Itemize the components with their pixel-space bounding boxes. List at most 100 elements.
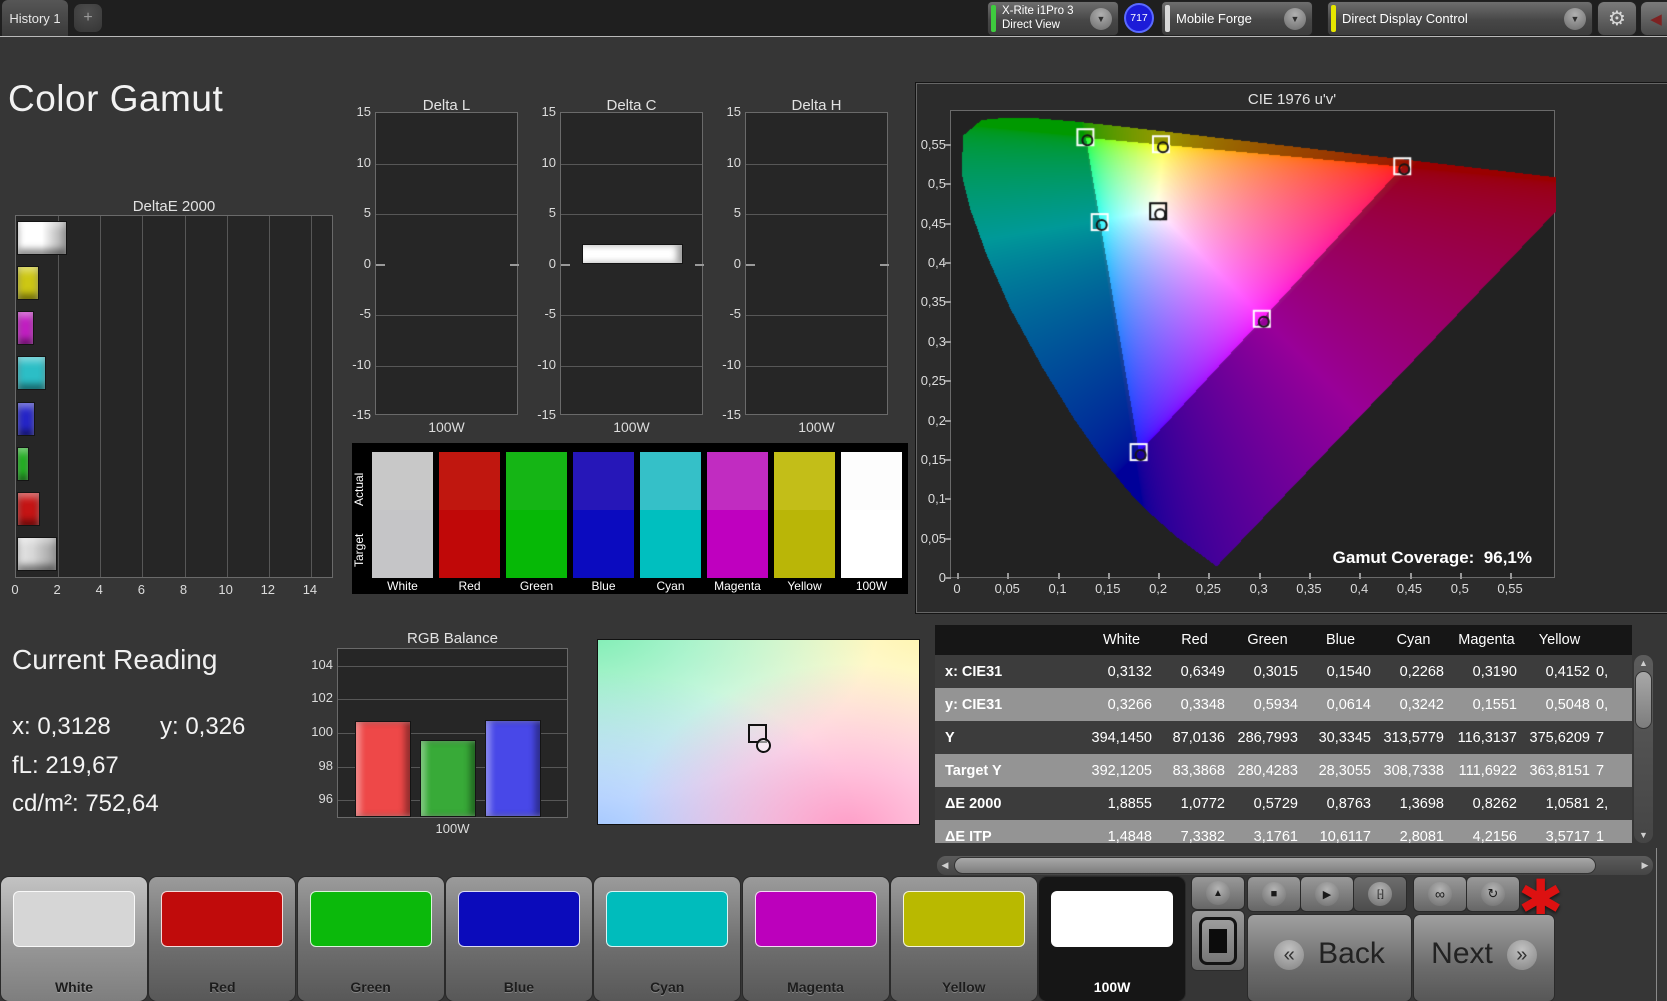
pattern-window-button[interactable] [1192,911,1244,970]
table-header-row: White Red Green Blue Cyan Magenta Yellow [935,625,1632,655]
swatch-label: Cyan [656,579,685,593]
y-tick-label: -10 [537,356,556,372]
collapse-panel-button[interactable]: ◀ [1641,2,1667,35]
gridline [746,315,887,316]
next-button[interactable]: Next » [1414,915,1554,1001]
tab-history-1[interactable]: History 1 [2,0,68,36]
pattern-size-button[interactable]: [‑] [1354,877,1406,911]
target-swatch [506,510,567,578]
scroll-left-icon[interactable]: ◀ [937,856,953,875]
delta_l-x-label: 100W [428,419,465,435]
table-cell: 308,7338 [1383,762,1444,779]
y-tick-label: 0,35 [920,294,946,310]
gamut-coverage: Gamut Coverage: 96,1% [1317,548,1532,568]
swatch-label: Red [458,579,481,593]
y-tick [945,380,951,383]
scroll-up-icon[interactable]: ▲ [1634,655,1653,671]
y-tick-label: 0,1 [927,491,946,507]
x-tick [1459,573,1462,579]
y-tick-label: 15 [356,104,371,119]
table-row[interactable]: ΔE 2000 1,8855 1,0772 0,5729 0,8763 1,3698 0,8… [935,787,1632,820]
pattern-button-red[interactable]: Red [149,877,296,1001]
x-tick-label: 0,2 [1149,581,1168,596]
display-dropdown-label: Direct Display Control [1342,11,1468,26]
table-cell: 7 [1596,762,1605,779]
actual-swatch [439,452,500,510]
y-tick-label: 0,3 [927,333,946,349]
swatch-label: White [387,579,418,593]
gridline [100,216,102,577]
pattern-swatch [754,891,877,947]
table-cell: 116,3137 [1457,729,1517,746]
display-control-dropdown[interactable]: Direct Display Control ▼ [1328,2,1592,35]
reading-cdm2: cd/m²: 752,64 [12,790,159,817]
y-tick [945,537,951,540]
pattern-button-green[interactable]: Green [297,877,444,1001]
y-tick-label: -5 [359,306,371,321]
add-tab-button[interactable]: + [74,4,102,32]
meter-status-badge[interactable]: 717 [1124,3,1154,33]
gridline [746,365,887,367]
deltae2000-title: DeltaE 2000 [132,198,216,215]
actual-swatch [707,452,768,510]
table-row[interactable]: Y 394,1450 87,0136 286,7993 30,3345 313,5779 1… [935,721,1632,754]
gridline [561,365,702,367]
actual-swatch [372,452,433,510]
table-cell: 0, [1596,696,1609,713]
meter-dropdown[interactable]: X-Rite i1Pro 3 Direct View ▼ [988,2,1118,35]
table-vertical-scrollbar[interactable]: ▲ ▼ [1634,655,1653,843]
play-button[interactable]: ▶ [1301,877,1353,911]
gear-icon: ⚙ [1608,8,1626,30]
cie1931-measurement-marker [756,738,771,753]
back-button[interactable]: « Back [1248,915,1411,1001]
pattern-swatch [309,891,432,947]
table-cell: 0,1551 [1472,696,1517,713]
pattern-up-button[interactable]: ▲ [1192,877,1244,909]
table-cell: 28,3055 [1318,762,1371,779]
y-tick-label: 100 [311,724,333,739]
settings-button[interactable]: ⚙ [1598,2,1636,35]
pattern-button-100w[interactable]: 100W [1039,877,1186,1001]
table-cell: 30,3345 [1318,729,1371,746]
pattern-button-yellow[interactable]: Yellow [890,877,1037,1001]
table-cell: 0,1540 [1326,663,1371,680]
panel-splitter[interactable] [1656,848,1657,1001]
pattern-swatch [457,891,580,947]
x-tick-label: 0,4 [1350,581,1369,596]
table-cell: 0,8763 [1326,795,1371,812]
y-tick-label: 0,2 [927,412,946,428]
y-tick-label: 5 [363,205,371,220]
zero-tick [561,263,570,266]
y-tick-label: 5 [733,205,741,220]
pattern-button-white[interactable]: White [1,877,147,1001]
gridline [226,216,228,577]
pattern-button-blue[interactable]: Blue [445,877,592,1001]
back-button-label: Back [1318,937,1385,970]
y-tick-label: 0 [733,255,741,271]
stop-button[interactable]: ■ [1248,877,1300,911]
table-row[interactable]: Target Y 392,1205 83,3868 280,4283 28,3055 30… [935,754,1632,787]
source-dropdown[interactable]: Mobile Forge ▼ [1162,2,1312,35]
scroll-down-icon[interactable]: ▼ [1634,827,1653,843]
table-row[interactable]: x: CIE31 0,3132 0,6349 0,3015 0,1540 0,2268 0,… [935,655,1632,688]
table-cell: 3,5717 [1545,828,1590,844]
table-hscroll-thumb[interactable] [955,858,1595,873]
table-cell: 7,3382 [1180,828,1225,844]
pattern-button-magenta[interactable]: Magenta [742,877,889,1001]
deltae-bar-cyan [17,356,46,391]
rgb-bar-blue [485,719,541,817]
table-row[interactable]: y: CIE31 0,3266 0,3348 0,5934 0,0614 0,3242 0,… [935,688,1632,721]
column-header: Cyan [1396,632,1431,648]
table-vscroll-thumb[interactable] [1636,672,1651,728]
calman-window: History 1 + X-Rite i1Pro 3 Direct View ▼… [0,0,1667,1001]
table-cell: 7 [1596,729,1605,746]
pattern-button-cyan[interactable]: Cyan [594,877,741,1001]
chevrons-left-icon: « [1274,940,1305,970]
refresh-button[interactable]: ↻ [1467,877,1519,911]
scroll-right-icon[interactable]: ▶ [1637,856,1653,875]
table-row[interactable]: ΔE ITP 1,4848 7,3382 3,1761 10,6117 2,8081 4,2… [935,820,1632,843]
continuous-read-button[interactable]: ∞ [1414,877,1466,911]
chevron-down-icon: ▼ [1564,7,1586,30]
table-cell: 392,1205 [1091,762,1152,779]
y-tick-label: 102 [311,690,333,706]
